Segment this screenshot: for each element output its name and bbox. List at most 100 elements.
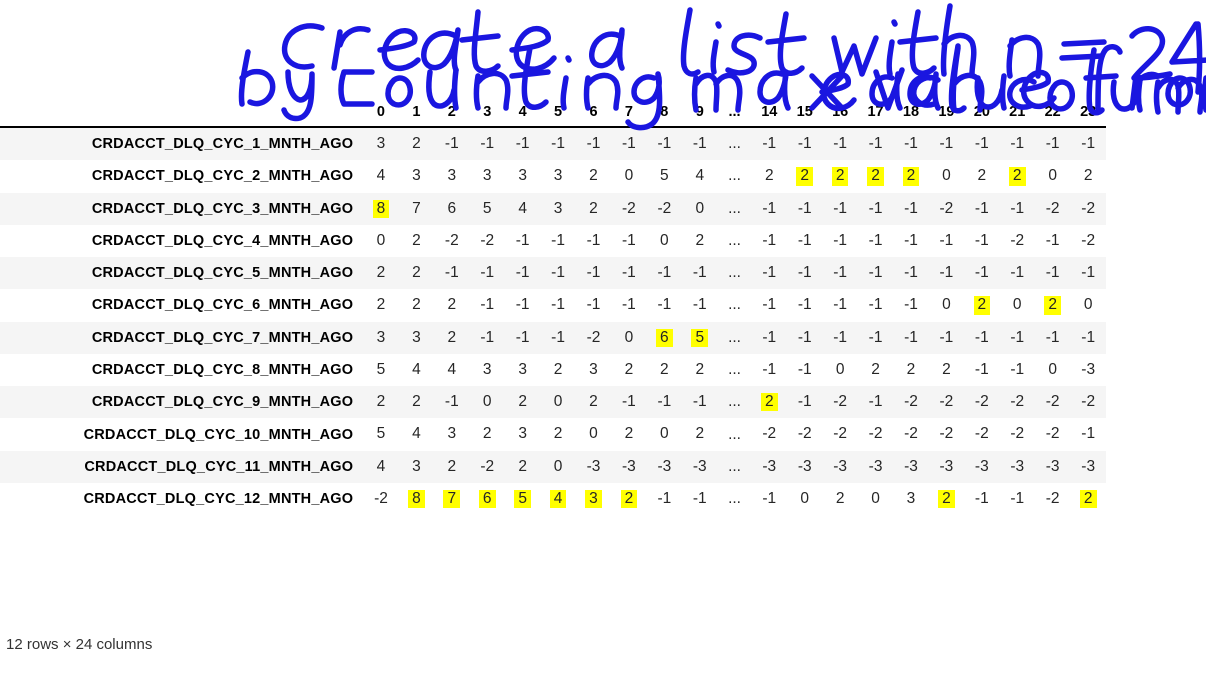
data-cell: -2	[787, 418, 822, 450]
data-cell: 2	[893, 354, 928, 386]
data-cell: 2	[434, 289, 469, 321]
cell-ellipsis: ...	[717, 418, 751, 450]
data-cell: 2	[576, 193, 611, 225]
cell-value: 3	[482, 360, 492, 378]
table-row: CRDACCT_DLQ_CYC_11_MNTH_AGO 4 3 2 -2 2 0 -3 -3 -3…	[0, 450, 1106, 483]
cell-value: 2	[412, 264, 421, 282]
data-cell: -1	[1035, 322, 1070, 354]
cell-value: -2	[622, 199, 636, 217]
data-cell: 2	[611, 354, 646, 386]
cell-value: 2	[376, 393, 386, 411]
cell-value: 2	[695, 360, 705, 378]
table-row: CRDACCT_DLQ_CYC_5_MNTH_AGO 2 2 -1 -1 -1 -1 -1 -1…	[0, 257, 1106, 290]
data-cell: 2	[822, 160, 857, 192]
data-cell: -2	[752, 418, 787, 450]
data-cell: 2	[682, 354, 717, 386]
cell-value: -3	[657, 457, 672, 475]
data-cell: -2	[1035, 386, 1070, 418]
cell-value: -1	[939, 231, 954, 249]
data-cell: -1	[540, 322, 575, 354]
data-cell: -3	[893, 451, 928, 483]
data-cell: -3	[1035, 451, 1070, 483]
cell-value: -1	[904, 328, 918, 346]
column-header-7: 7	[611, 104, 647, 128]
column-header-2: 2	[434, 104, 470, 128]
data-cell: -3	[1070, 451, 1106, 483]
cell-value: -1	[904, 264, 918, 282]
cell-value: -1	[1010, 264, 1025, 282]
cell-value: -1	[515, 264, 530, 282]
cell-value: -1	[904, 135, 918, 152]
cell-value: -2	[904, 393, 918, 411]
column-header-1: 1	[398, 104, 435, 128]
data-cell: 3	[540, 160, 575, 192]
cell-value: -1	[762, 489, 777, 507]
cell-value: 2	[764, 167, 774, 185]
data-cell: 3	[434, 160, 469, 192]
data-cell: -1	[470, 127, 505, 160]
data-cell: 5	[505, 483, 540, 515]
data-cell: -1	[647, 483, 682, 515]
cell-value: -1	[622, 296, 636, 314]
data-cell: 5	[363, 418, 398, 450]
data-cell: 3	[399, 160, 434, 192]
cell-value: 0	[482, 393, 492, 411]
data-cell: 2	[505, 451, 540, 483]
data-cell: -1	[576, 289, 611, 321]
cell-value: -1	[622, 264, 636, 282]
cell-value: -2	[1081, 199, 1096, 217]
cell-value: 5	[482, 199, 492, 217]
data-cell: 3	[505, 354, 540, 386]
data-cell: 4	[399, 418, 434, 450]
data-cell: -2	[1035, 418, 1070, 450]
data-cell: -3	[576, 451, 611, 483]
cell-value: -1	[868, 393, 883, 411]
cell-value: 5	[691, 328, 709, 347]
data-cell: -1	[505, 257, 540, 289]
cell-value: 2	[942, 360, 951, 378]
data-cell: 7	[434, 483, 469, 515]
data-cell: -1	[858, 225, 893, 257]
cell-value: 2	[624, 425, 634, 443]
data-cell: -2	[576, 322, 611, 354]
data-cell: -2	[434, 225, 469, 257]
cell-value: -1	[797, 296, 812, 314]
cell-value: -1	[939, 264, 954, 282]
cell-value: -1	[692, 296, 707, 314]
data-cell: -2	[929, 418, 964, 450]
cell-value: -3	[1081, 457, 1096, 475]
cell-ellipsis: ...	[717, 354, 751, 386]
data-cell: -2	[1070, 193, 1106, 225]
cell-value: -1	[622, 231, 636, 249]
cell-value: 2	[447, 296, 457, 314]
data-cell: 0	[858, 483, 893, 515]
cell-value: -2	[868, 425, 883, 443]
data-cell: -2	[929, 193, 964, 225]
data-cell: -2	[647, 193, 682, 225]
data-cell: -1	[787, 322, 822, 354]
data-cell: -1	[682, 289, 717, 321]
cell-value: -1	[833, 296, 848, 314]
cell-value: ...	[728, 360, 741, 378]
data-cell: 2	[540, 354, 575, 386]
cell-value: 8	[408, 489, 425, 509]
data-cell: 2	[964, 289, 999, 321]
data-cell: -1	[787, 354, 822, 386]
data-cell: -1	[505, 322, 540, 354]
column-header-18: 18	[893, 104, 929, 128]
cell-value: -1	[974, 328, 989, 346]
cell-value: -1	[1045, 231, 1060, 249]
data-cell: -1	[893, 193, 928, 225]
data-cell: -2	[893, 386, 928, 418]
data-cell: -1	[682, 127, 717, 160]
cell-value: -3	[622, 457, 636, 475]
data-cell: -1	[1000, 193, 1035, 225]
data-cell: -1	[964, 225, 999, 257]
cell-value: -3	[833, 457, 848, 475]
cell-value: -1	[762, 231, 777, 249]
cell-value: -1	[551, 296, 565, 314]
cell-value: -1	[692, 135, 707, 152]
data-cell: 2	[1035, 289, 1070, 321]
column-header-23: 23	[1070, 104, 1106, 128]
cell-value: -1	[515, 296, 530, 314]
